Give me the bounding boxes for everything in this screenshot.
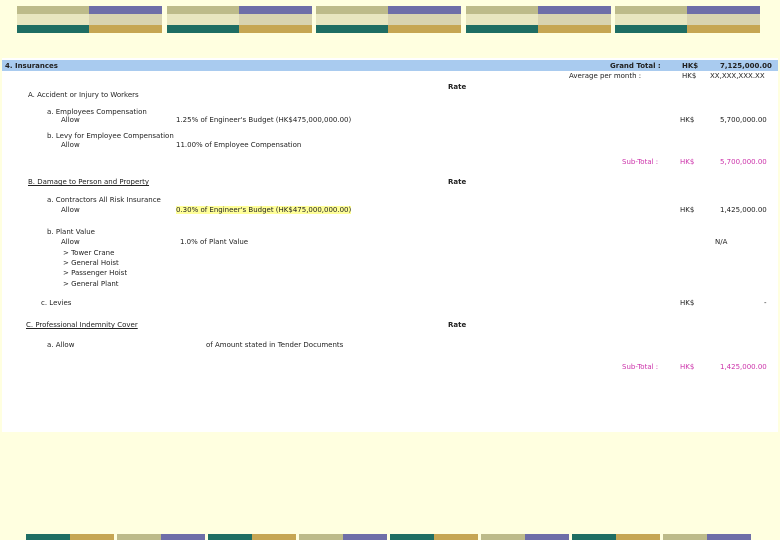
section-c-title: C. Professional Indemnity Cover xyxy=(26,321,138,329)
footer-tile-8 xyxy=(663,534,751,540)
section-b-item-a-currency: HK$ xyxy=(680,206,695,214)
plant-item: > General Hoist xyxy=(63,259,119,267)
footer-tile-2 xyxy=(117,534,205,540)
header-tile-5 xyxy=(615,6,760,33)
section-b-title: B. Damage to Person and Property xyxy=(28,178,150,186)
section-a-item-a-currency: HK$ xyxy=(680,116,695,124)
grand-total-value: 7,125,000.00 xyxy=(720,62,772,70)
rate-header-b: Rate xyxy=(448,178,467,186)
section-b-item-b-desc: 1.0% of Plant Value xyxy=(180,238,249,246)
section-a-item-a-allow: Allow xyxy=(61,116,80,124)
section-title-bar xyxy=(2,60,778,71)
average-currency: HK$ xyxy=(682,72,697,80)
footer-tile-7 xyxy=(572,534,660,540)
footer-tile-3 xyxy=(208,534,296,540)
spreadsheet-page: 4. Insurances Grand Total : HK$ 7,125,00… xyxy=(2,58,778,432)
section-b-item-a-label: a. Contractors All Risk Insurance xyxy=(47,196,161,204)
section-a-item-a-value: 5,700,000.00 xyxy=(720,116,767,124)
rate-header: Rate xyxy=(448,83,467,91)
header-tile-3 xyxy=(316,6,461,33)
section-b-item-a-desc: 0.30% of Engineer's Budget (HK$475,000,0… xyxy=(176,206,352,214)
section-b-item-b-label: b. Plant Value xyxy=(47,228,95,236)
section-a-subtotal-currency: HK$ xyxy=(680,158,695,166)
section-b-item-b-value: N/A xyxy=(715,238,728,246)
plant-item: > Tower Crane xyxy=(63,249,115,257)
section-a-item-b-allow: Allow xyxy=(61,141,80,149)
header-tile-1 xyxy=(17,6,162,33)
section-a-subtotal-value: 5,700,000.00 xyxy=(720,158,767,166)
footer-tile-6 xyxy=(481,534,569,540)
section-b-item-a-allow: Allow xyxy=(61,206,80,214)
section-c-subtotal-label: Sub-Total : xyxy=(622,363,659,371)
section-b-item-c-value: - xyxy=(764,299,767,307)
footer-tile-1 xyxy=(26,534,114,540)
section-c-subtotal-currency: HK$ xyxy=(680,363,695,371)
section-title: 4. Insurances xyxy=(5,62,58,70)
section-a-item-b-desc: 11.00% of Employee Compensation xyxy=(176,141,302,149)
section-b-item-c-currency: HK$ xyxy=(680,299,695,307)
section-b-item-b-allow: Allow xyxy=(61,238,80,246)
footer-tile-4 xyxy=(299,534,387,540)
plant-item: > Passenger Hoist xyxy=(63,269,128,277)
section-b-item-c-label: c. Levies xyxy=(41,299,72,307)
footer-tile-5 xyxy=(390,534,478,540)
section-a-item-b-label: b. Levy for Employee Compensation xyxy=(47,132,174,140)
section-b-item-a-value: 1,425,000.00 xyxy=(720,206,767,214)
average-label: Average per month : xyxy=(569,72,642,80)
header-tile-2 xyxy=(167,6,312,33)
section-a-item-a-label: a. Employees Compensation xyxy=(47,108,147,116)
average-value: XX,XXX,XXX.XX xyxy=(710,72,765,80)
grand-total-currency: HK$ xyxy=(682,62,699,70)
rate-header-c: Rate xyxy=(448,321,467,329)
section-c-subtotal-value: 1,425,000.00 xyxy=(720,363,767,371)
section-a-item-a-desc: 1.25% of Engineer's Budget (HK$475,000,0… xyxy=(176,116,352,124)
grand-total-label: Grand Total : xyxy=(610,62,661,70)
section-c-item-a-desc: of Amount stated in Tender Documents xyxy=(206,341,344,349)
section-a-title: A. Accident or Injury to Workers xyxy=(28,91,139,99)
section-c-item-a-label: a. Allow xyxy=(47,341,75,349)
header-tile-4 xyxy=(466,6,611,33)
plant-item: > General Plant xyxy=(63,280,119,288)
section-a-subtotal-label: Sub-Total : xyxy=(622,158,659,166)
